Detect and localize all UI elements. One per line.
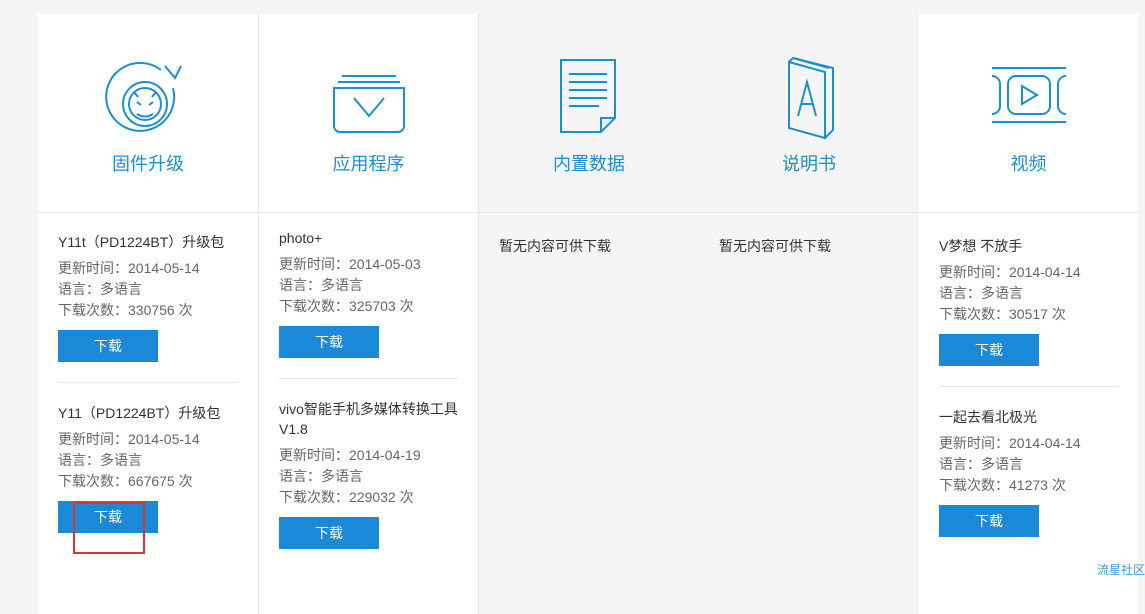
- item-name: 一起去看北极光: [939, 409, 1037, 425]
- download-list: photo+ 更新时间：2014-05-03 语言：多语言 下载次数：32570…: [279, 228, 458, 549]
- column-header-manual: 说明书: [699, 14, 919, 213]
- item-language: 语言：多语言: [58, 452, 142, 468]
- item-language: 语言：多语言: [279, 468, 363, 484]
- document-icon: [479, 56, 699, 146]
- empty-message: 暂无内容可供下载: [499, 238, 611, 254]
- item-name: vivo智能手机多媒体转换工具V1.8: [279, 401, 458, 437]
- download-list: 暂无内容可供下载: [499, 236, 679, 256]
- download-list: 暂无内容可供下载: [719, 236, 899, 256]
- firmware-upgrade-icon: [38, 56, 258, 146]
- item-updated: 更新时间：2014-05-03: [279, 256, 421, 272]
- column-firmware: 固件升级 Y11t（PD1224BT）升级包 更新时间：2014-05-14 语…: [38, 14, 259, 614]
- item-name: photo+: [279, 230, 323, 246]
- download-button[interactable]: 下载: [939, 334, 1039, 366]
- download-button[interactable]: 下载: [279, 326, 379, 358]
- column-builtin-data: 内置数据 暂无内容可供下载: [479, 14, 699, 614]
- list-item: vivo智能手机多媒体转换工具V1.8 更新时间：2014-04-19 语言：多…: [279, 399, 458, 549]
- column-header-apps: 应用程序: [259, 14, 478, 213]
- column-title[interactable]: 说明书: [699, 150, 919, 176]
- list-item: 一起去看北极光 更新时间：2014-04-14 语言：多语言 下载次数：4127…: [939, 407, 1118, 537]
- column-title[interactable]: 应用程序: [259, 150, 478, 176]
- download-button[interactable]: 下载: [939, 505, 1039, 537]
- item-downloads: 下载次数：330756 次: [58, 302, 193, 318]
- item-downloads: 下载次数：30517 次: [939, 306, 1066, 322]
- divider: [279, 378, 458, 379]
- column-header-builtin-data: 内置数据: [479, 14, 699, 213]
- column-header-video: 视频: [919, 14, 1138, 213]
- item-language: 语言：多语言: [939, 285, 1023, 301]
- item-updated: 更新时间：2014-05-14: [58, 260, 200, 276]
- item-downloads: 下载次数：41273 次: [939, 477, 1066, 493]
- download-button[interactable]: 下载: [279, 517, 379, 549]
- column-title[interactable]: 固件升级: [38, 150, 258, 176]
- item-name: V梦想 不放手: [939, 238, 1023, 254]
- item-language: 语言：多语言: [939, 456, 1023, 472]
- watermark: 流星社区: [1096, 563, 1145, 577]
- column-title[interactable]: 内置数据: [479, 150, 699, 176]
- item-updated: 更新时间：2014-04-19: [279, 447, 421, 463]
- item-downloads: 下载次数：229032 次: [279, 489, 414, 505]
- download-list: Y11t（PD1224BT）升级包 更新时间：2014-05-14 语言：多语言…: [58, 232, 238, 533]
- download-list: V梦想 不放手 更新时间：2014-04-14 语言：多语言 下载次数：3051…: [939, 236, 1118, 537]
- item-updated: 更新时间：2014-05-14: [58, 431, 200, 447]
- manual-book-icon: [699, 56, 919, 146]
- video-play-icon: [919, 56, 1138, 146]
- column-manual: 说明书 暂无内容可供下载: [699, 14, 919, 614]
- column-title[interactable]: 视频: [919, 150, 1138, 176]
- item-language: 语言：多语言: [279, 277, 363, 293]
- list-item: photo+ 更新时间：2014-05-03 语言：多语言 下载次数：32570…: [279, 228, 458, 358]
- item-updated: 更新时间：2014-04-14: [939, 264, 1081, 280]
- divider: [58, 382, 238, 383]
- list-item: Y11t（PD1224BT）升级包 更新时间：2014-05-14 语言：多语言…: [58, 232, 238, 362]
- download-button[interactable]: 下载: [58, 330, 158, 362]
- item-downloads: 下载次数：325703 次: [279, 298, 414, 314]
- column-video: 视频 V梦想 不放手 更新时间：2014-04-14 语言：多语言 下载次数：3…: [919, 14, 1138, 614]
- highlight-box: [73, 502, 145, 554]
- column-apps: 应用程序 photo+ 更新时间：2014-05-03 语言：多语言 下载次数：…: [259, 14, 479, 614]
- empty-message: 暂无内容可供下载: [719, 238, 831, 254]
- item-name: Y11t（PD1224BT）升级包: [58, 234, 225, 250]
- item-updated: 更新时间：2014-04-14: [939, 435, 1081, 451]
- column-header-firmware: 固件升级: [38, 14, 258, 213]
- item-language: 语言：多语言: [58, 281, 142, 297]
- divider: [939, 386, 1118, 387]
- item-name: Y11（PD1224BT）升级包: [58, 405, 221, 421]
- app-folder-icon: [259, 56, 478, 146]
- list-item: V梦想 不放手 更新时间：2014-04-14 语言：多语言 下载次数：3051…: [939, 236, 1118, 366]
- item-downloads: 下载次数：667675 次: [58, 473, 193, 489]
